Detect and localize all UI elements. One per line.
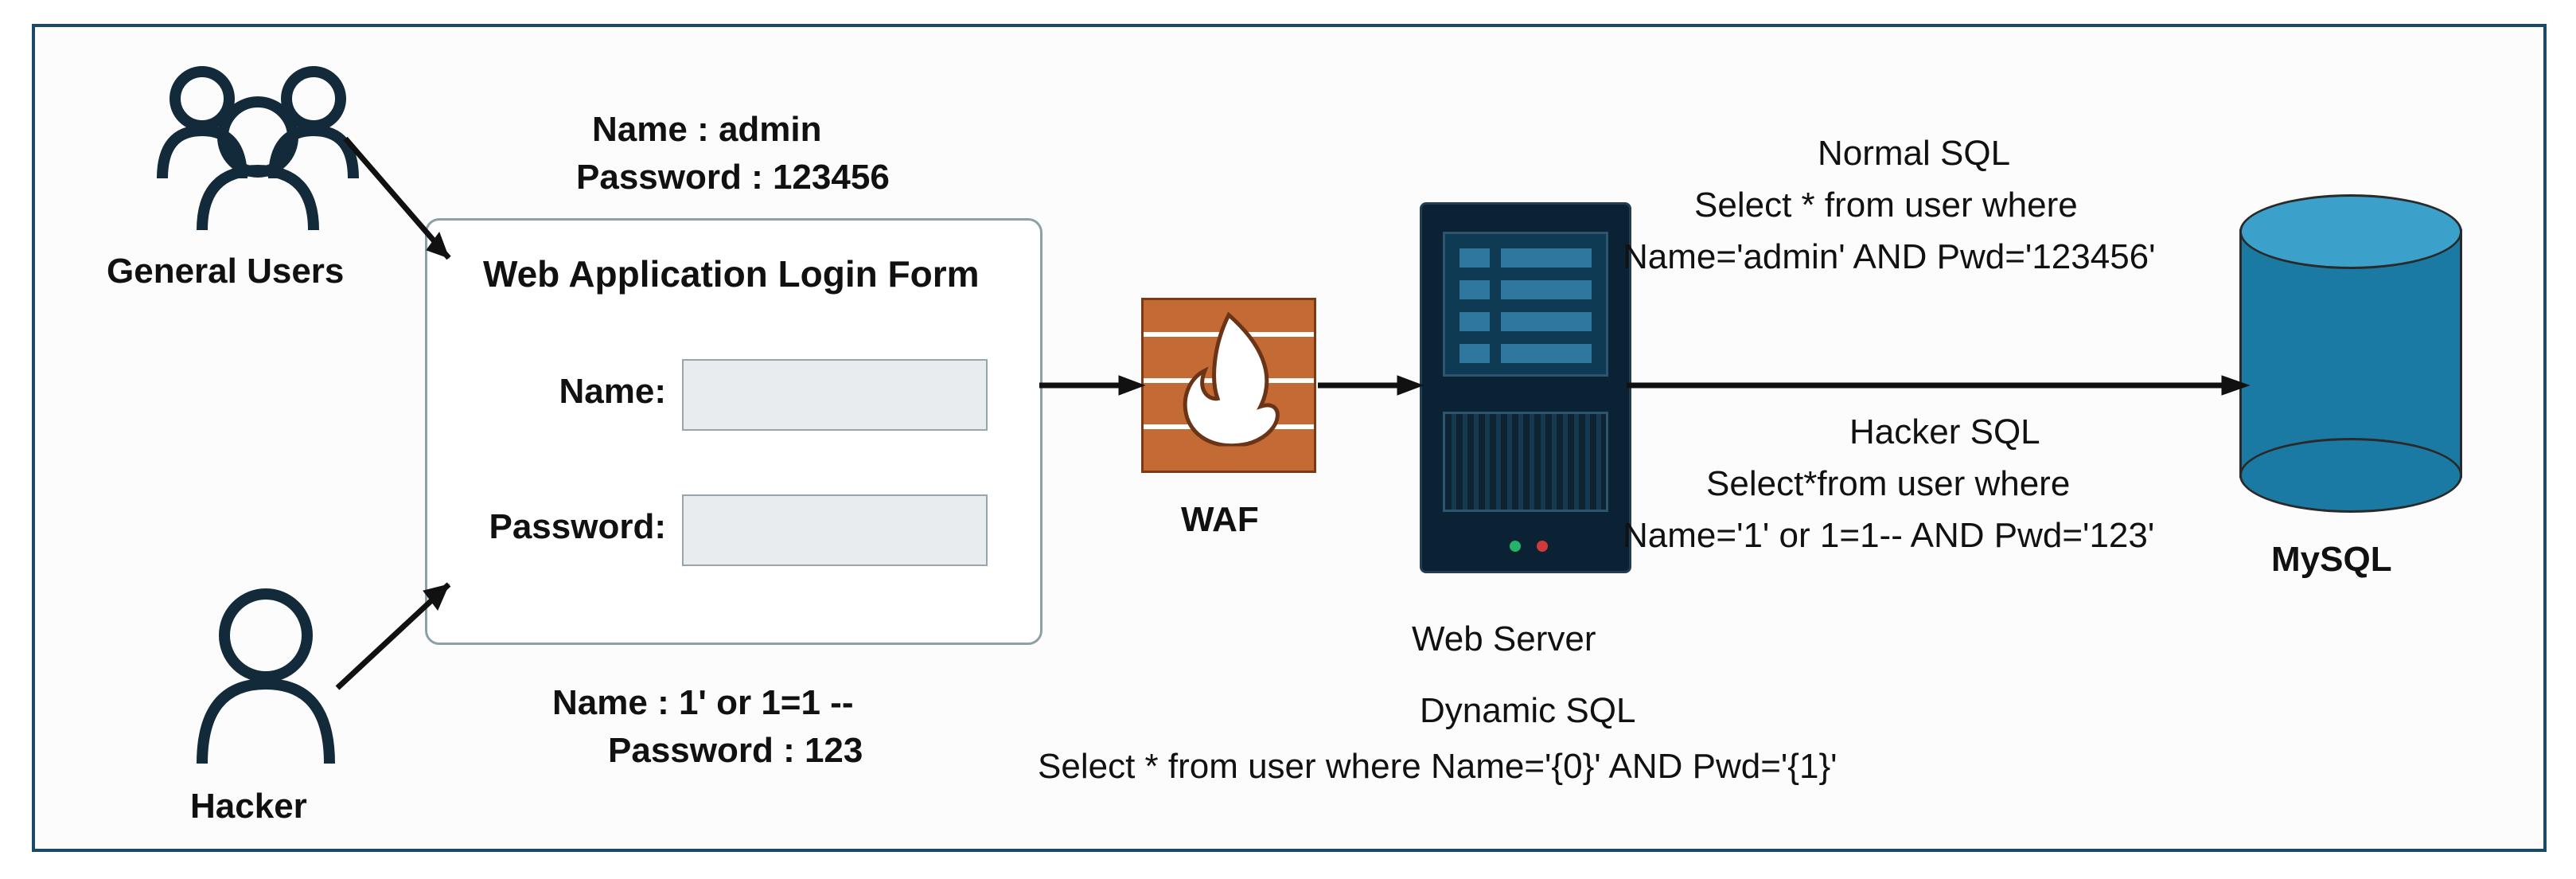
mysql-label: MySQL [2271, 537, 2392, 582]
normal-sql-line1: Select * from user where [1694, 182, 2078, 228]
cred-hacker-pwd: Password : 123 [608, 728, 863, 773]
arrow-hacker-to-form [329, 568, 489, 704]
name-label: Name: [475, 372, 666, 412]
login-form: Web Application Login Form Name: Passwor… [425, 218, 1042, 645]
arrow-form-to-waf [1039, 369, 1151, 401]
web-server-icon [1420, 202, 1631, 573]
general-users-label: General Users [107, 248, 344, 294]
mysql-icon [2239, 194, 2462, 513]
normal-sql-line2: Name='admin' AND Pwd='123456' [1623, 234, 2156, 279]
dynamic-sql-label: Dynamic SQL [1420, 688, 1635, 733]
waf-icon [1141, 298, 1316, 473]
dynamic-sql-text: Select * from user where Name='{0}' AND … [1038, 744, 1837, 789]
arrow-users-to-form [337, 131, 481, 290]
cred-hacker-name: Name : 1' or 1=1 -- [552, 680, 854, 725]
hacker-sql-line1: Select*from user where [1706, 461, 2070, 506]
waf-label: WAF [1181, 497, 1259, 542]
login-form-title: Web Application Login Form [483, 252, 980, 295]
cred-normal-pwd: Password : 123456 [576, 154, 890, 200]
normal-sql-title: Normal SQL [1818, 131, 2010, 176]
hacker-sql-line2: Name='1' or 1=1-- AND Pwd='123' [1623, 513, 2154, 558]
hacker-icon [186, 584, 345, 768]
web-server-label: Web Server [1412, 616, 1596, 662]
password-input[interactable] [682, 494, 988, 566]
hacker-sql-title: Hacker SQL [1849, 409, 2040, 455]
diagram-frame: General Users Hacker Name : admin Passwo… [32, 24, 2547, 852]
password-label: Password: [475, 507, 666, 547]
arrow-waf-to-server [1318, 369, 1429, 401]
arrow-server-to-db [1627, 369, 2255, 401]
cred-normal-name: Name : admin [592, 107, 822, 152]
hacker-label: Hacker [190, 783, 307, 829]
name-input[interactable] [682, 359, 988, 431]
